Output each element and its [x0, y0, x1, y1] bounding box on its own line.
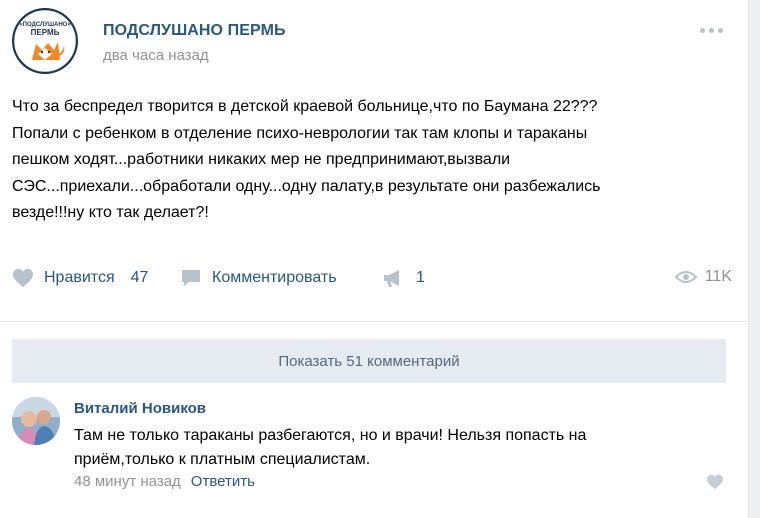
group-avatar[interactable]: «ПОДСЛУШАНО» ПЕРМЬ [12, 8, 78, 74]
more-options-icon[interactable] [700, 24, 730, 36]
views-counter: 11K [674, 268, 732, 286]
svg-text:ПЕРМЬ: ПЕРМЬ [31, 28, 60, 37]
share-count: 1 [416, 269, 425, 286]
like-button[interactable]: Нравится 47 [12, 268, 148, 288]
divider [0, 321, 748, 322]
post-card: «ПОДСЛУШАНО» ПЕРМЬ ПОДСЛУШАНО ПЕРМЬ два … [0, 0, 749, 518]
megaphone-icon [384, 270, 399, 287]
reply-button[interactable]: Ответить [191, 473, 255, 490]
comment-like-button[interactable] [706, 474, 724, 495]
views-count: 11K [704, 268, 732, 285]
comment-text-line: Там не только тараканы разбегаются, но и… [74, 427, 587, 444]
commenter-avatar[interactable] [12, 397, 60, 445]
like-label: Нравится [44, 269, 115, 286]
comment-button[interactable]: Комментировать [180, 268, 337, 288]
comment-icon [182, 270, 200, 286]
comment-meta: 48 минут назад Ответить [74, 473, 255, 490]
comment-text: Там не только тараканы разбегаются, но и… [74, 424, 714, 472]
fox-logo-icon: «ПОДСЛУШАНО» ПЕРМЬ [12, 8, 78, 74]
post-text-line: СЭС...приехали...обработали одну...одну … [12, 177, 601, 195]
show-more-comments-button[interactable]: Показать 51 комментарий [12, 339, 726, 383]
heart-icon [13, 268, 33, 288]
eye-icon [674, 271, 697, 283]
comment-author-link[interactable]: Виталий Новиков [74, 400, 206, 417]
comment-label: Комментировать [212, 269, 337, 286]
like-count: 47 [130, 269, 149, 286]
post-timestamp[interactable]: два часа назад [103, 47, 209, 64]
post-text-line: везде!!!ну кто так делает?! [12, 204, 209, 221]
comment-timestamp[interactable]: 48 минут назад [74, 473, 181, 490]
post-text-line: Что за беспредел творится в детской крае… [12, 98, 598, 115]
comment-text-line: приём,только к платным специалистам. [74, 451, 371, 468]
post-text-line: Попали с ребенком в отделение психо-невр… [12, 124, 588, 142]
avatar-photo-icon [12, 397, 60, 445]
post-actions: Нравится 47 Комментировать 1 11K [12, 268, 732, 296]
share-button[interactable]: 1 [382, 268, 425, 288]
heart-icon [707, 474, 723, 490]
post-text-line: пешком ходят...работники никаких мер не … [12, 151, 511, 168]
group-name-link[interactable]: ПОДСЛУШАНО ПЕРМЬ [103, 22, 286, 40]
post-text: Что за беспредел творится в детской крае… [12, 94, 722, 227]
